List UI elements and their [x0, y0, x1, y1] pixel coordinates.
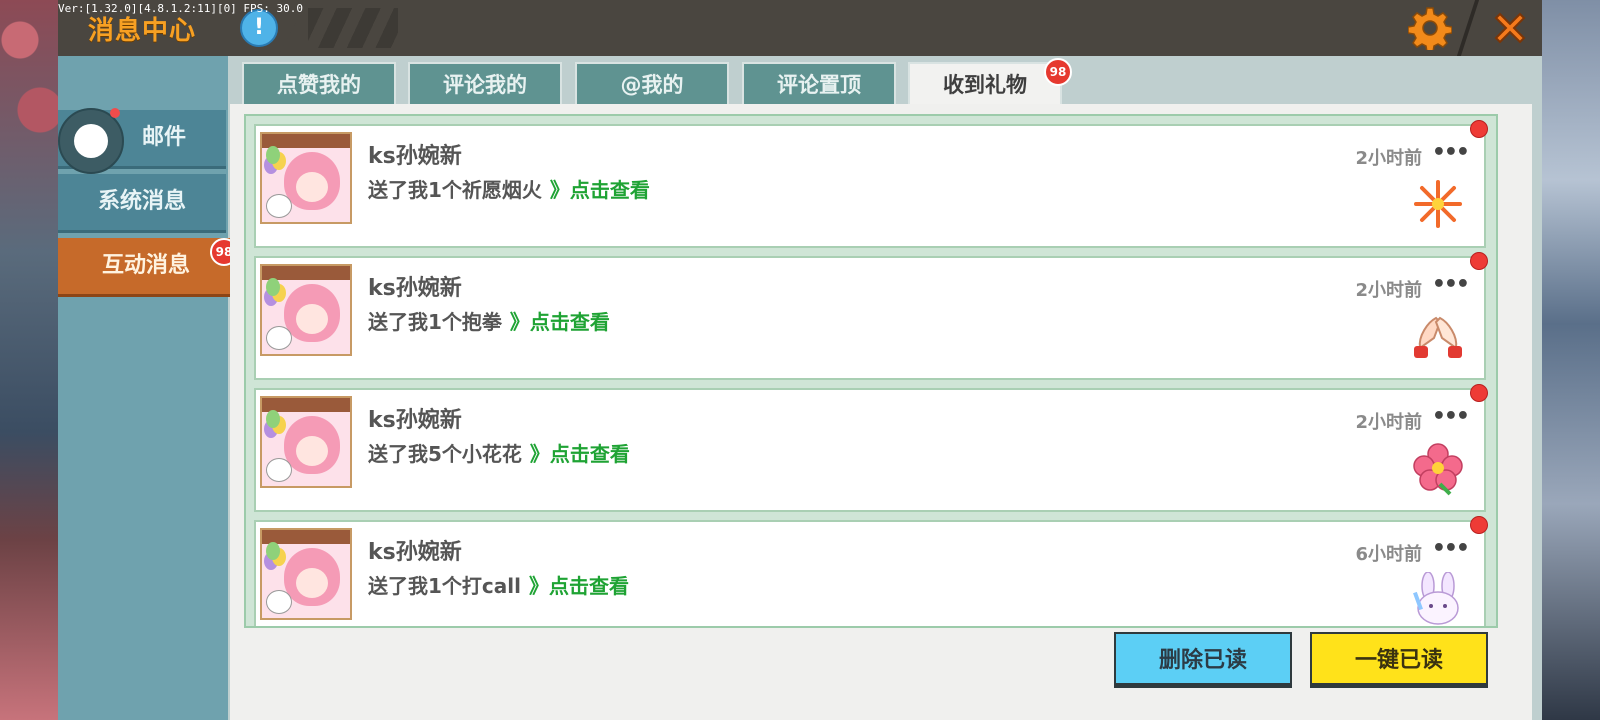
message-time: 2小时前 [1355, 280, 1422, 301]
more-options-icon[interactable]: ••• [1432, 140, 1470, 165]
firework-icon [1414, 180, 1462, 228]
message-text: 送了我5个小花花 》点击查看 [368, 438, 630, 467]
gift-message-list[interactable]: ks孙婉新 送了我1个祈愿烟火 》点击查看 2小时前 ••• ks孙婉新 送了我… [244, 114, 1498, 628]
mark-all-read-button[interactable]: 一键已读 [1310, 632, 1488, 688]
sender-name: ks孙婉新 [368, 408, 462, 433]
flower-icon [1413, 443, 1463, 496]
tab-commented-me[interactable]: 评论我的 [408, 62, 562, 104]
message-time: 6小时前 [1355, 544, 1422, 565]
list-item[interactable]: ks孙婉新 送了我1个打call 》点击查看 6小时前 ••• [254, 516, 1488, 626]
message-text: 送了我1个打call 》点击查看 [368, 570, 629, 599]
gift-description: 送了我1个抱拳 [368, 310, 502, 334]
tab-liked-me[interactable]: 点赞我的 [242, 62, 396, 104]
content-area: ks孙婉新 送了我1个祈愿烟火 》点击查看 2小时前 ••• ks孙婉新 送了我… [230, 104, 1532, 720]
more-options-icon[interactable]: ••• [1432, 272, 1470, 297]
avatar[interactable] [260, 396, 352, 488]
message-text: 送了我1个抱拳 》点击查看 [368, 306, 610, 335]
game-background-right [1542, 0, 1600, 720]
more-options-icon[interactable]: ••• [1432, 536, 1470, 561]
gift-description: 送了我1个打call [368, 574, 521, 598]
unread-dot [1470, 516, 1488, 534]
sender-name: ks孙婉新 [368, 276, 462, 301]
tab-bar: 点赞我的 评论我的 @我的 评论置顶 收到礼物 98 [242, 58, 1532, 106]
view-link[interactable]: 》点击查看 [529, 574, 629, 598]
view-link[interactable]: 》点击查看 [530, 442, 630, 466]
sidebar-item-label: 邮件 [141, 125, 186, 150]
sidebar-item-label: 系统消息 [97, 189, 186, 214]
unread-dot [1470, 120, 1488, 138]
list-item[interactable]: ks孙婉新 送了我1个抱拳 》点击查看 2小时前 ••• [254, 252, 1488, 380]
sender-name: ks孙婉新 [368, 540, 462, 565]
avatar[interactable] [260, 264, 352, 356]
tab-pinned-comments[interactable]: 评论置顶 [742, 62, 896, 104]
game-background-left [0, 0, 58, 720]
gifts-tab-badge: 98 [1044, 58, 1072, 86]
message-time: 2小时前 [1355, 412, 1422, 433]
unread-dot [1470, 384, 1488, 402]
message-center-panel: 消息中心 ! 邮件 系统消息 互动消息 98 点赞我的 评论我的 @我的 评论置 [58, 0, 1542, 720]
sidebar-item-interaction-messages[interactable]: 互动消息 [58, 238, 234, 297]
bunny-call-icon [1413, 572, 1459, 625]
gift-description: 送了我1个祈愿烟火 [368, 178, 542, 202]
view-link[interactable]: 》点击查看 [510, 310, 610, 334]
close-icon[interactable] [1490, 8, 1530, 48]
sidebar-item-label: 互动消息 [101, 253, 190, 278]
gift-description: 送了我5个小花花 [368, 442, 522, 466]
page-title: 消息中心 [88, 16, 197, 46]
gear-icon[interactable] [1408, 6, 1452, 50]
fist-salute-icon [1414, 316, 1462, 358]
avatar[interactable] [260, 528, 352, 620]
sender-name: ks孙婉新 [368, 144, 462, 169]
title-divider [1456, 0, 1480, 56]
more-options-icon[interactable]: ••• [1432, 404, 1470, 429]
message-time: 2小时前 [1355, 148, 1422, 169]
sidebar-item-system-messages[interactable]: 系统消息 [58, 174, 226, 233]
list-item[interactable]: ks孙婉新 送了我1个祈愿烟火 》点击查看 2小时前 ••• [254, 120, 1488, 248]
list-item[interactable]: ks孙婉新 送了我5个小花花 》点击查看 2小时前 ••• [254, 384, 1488, 512]
view-link[interactable]: 》点击查看 [550, 178, 650, 202]
message-text: 送了我1个祈愿烟火 》点击查看 [368, 174, 650, 203]
tab-mentioned-me[interactable]: @我的 [575, 62, 729, 104]
delete-read-button[interactable]: 删除已读 [1114, 632, 1292, 688]
title-decoration [308, 8, 398, 48]
unread-dot [1470, 252, 1488, 270]
mail-unread-dot [110, 108, 120, 118]
avatar[interactable] [260, 132, 352, 224]
tab-received-gifts[interactable]: 收到礼物 [908, 62, 1062, 104]
version-fps-text: Ver:[1.32.0][4.8.1.2:11][0] FPS: 30.0 [58, 2, 304, 15]
